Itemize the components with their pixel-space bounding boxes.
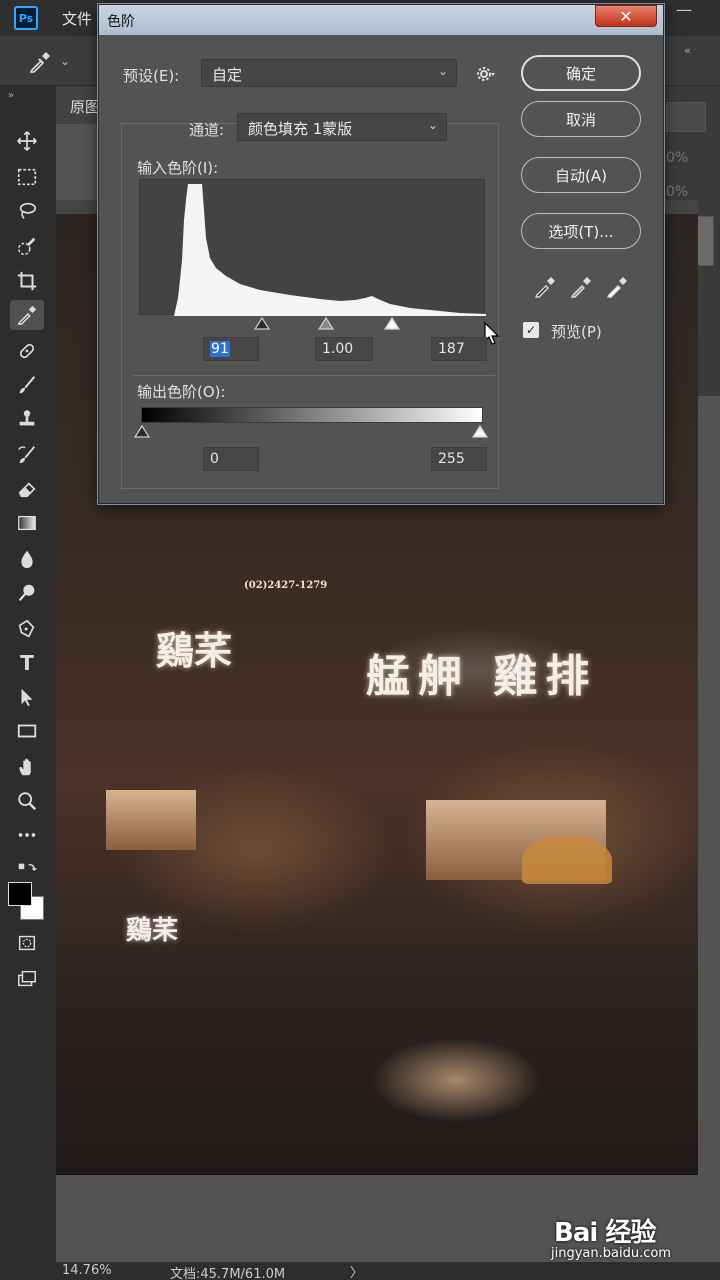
separator xyxy=(133,375,495,376)
white-point-eyedropper-icon[interactable] xyxy=(605,275,629,299)
histogram-graph xyxy=(174,184,486,316)
shop-sign-main: 艋舺 雞排 xyxy=(366,651,598,702)
channel-value: 颜色填充 1蒙版 xyxy=(248,120,353,138)
crop-tool-icon[interactable] xyxy=(10,266,44,296)
input-white-field[interactable]: 187 xyxy=(431,337,487,361)
input-levels-label: 输入色阶(I): xyxy=(137,159,219,177)
photoshop-window: Ps 文件 — ⌄ » T 原图 « 0% 0% 鷄䒩 艋舺 雞排 鷄䒩 (02… xyxy=(0,0,720,1280)
input-white-slider[interactable] xyxy=(383,317,401,331)
channel-select[interactable]: 颜色填充 1蒙版 ⌄ xyxy=(237,113,447,141)
panel-tab[interactable] xyxy=(666,102,706,132)
opacity-value[interactable]: 0% xyxy=(666,150,688,166)
output-black-field[interactable]: 0 xyxy=(203,447,259,471)
output-levels-label: 输出色阶(O): xyxy=(137,383,226,401)
shop-phone: (02)2427-1279 xyxy=(244,580,328,591)
collapse-arrows-icon[interactable]: » xyxy=(8,90,14,101)
preset-label: 预设(E): xyxy=(123,67,180,85)
shop-sign-small: 鷄䒩 xyxy=(126,916,179,946)
umbrella xyxy=(522,836,612,884)
output-black-slider[interactable] xyxy=(133,425,151,439)
history-brush-tool-icon[interactable] xyxy=(10,440,44,470)
shop-sign-left: 鷄䒩 xyxy=(156,628,233,673)
watermark-logo: Bai 经验 xyxy=(554,1218,656,1248)
eyedropper-icon[interactable] xyxy=(28,50,52,74)
shop-window xyxy=(106,790,196,850)
close-button[interactable]: ✕ xyxy=(595,5,657,27)
quick-selection-tool-icon[interactable] xyxy=(10,232,44,262)
rectangle-tool-icon[interactable] xyxy=(10,716,44,746)
input-gamma-field[interactable]: 1.00 xyxy=(315,337,373,361)
zoom-tool-icon[interactable] xyxy=(10,786,44,816)
channel-label: 通道: xyxy=(189,121,225,139)
preset-value: 自定 xyxy=(212,66,243,84)
screen-mode-icon[interactable] xyxy=(10,964,44,994)
input-black-value: 91 xyxy=(210,341,230,357)
lasso-tool-icon[interactable] xyxy=(10,196,44,226)
photoshop-logo: Ps xyxy=(14,6,38,30)
black-point-eyedropper-icon[interactable] xyxy=(533,275,557,299)
clone-stamp-tool-icon[interactable] xyxy=(10,404,44,434)
move-tool-icon[interactable] xyxy=(10,126,44,156)
zoom-level[interactable]: 14.76% xyxy=(62,1263,112,1278)
watermark-url: jingyan.baidu.com xyxy=(551,1246,671,1261)
auto-button[interactable]: 自动(A) xyxy=(521,157,641,193)
levels-dialog: 色阶 ✕ 预设(E): 自定 ⌄ 确定 取消 自动(A) 选项(T)... ✓ … xyxy=(98,4,664,504)
output-white-slider[interactable] xyxy=(471,425,489,439)
preset-select[interactable]: 自定 ⌄ xyxy=(201,59,457,87)
output-gradient xyxy=(141,407,483,423)
preview-checkbox[interactable]: ✓ xyxy=(523,322,539,338)
eyedropper-tool-icon[interactable] xyxy=(10,300,44,330)
preset-gear-icon[interactable] xyxy=(475,63,497,85)
more-tools-icon[interactable] xyxy=(10,820,44,850)
healing-brush-tool-icon[interactable] xyxy=(10,336,44,366)
preview-label: 预览(P) xyxy=(551,323,602,341)
type-tool-icon[interactable]: T xyxy=(10,648,44,678)
tools-panel: » T xyxy=(0,86,56,1266)
output-white-field[interactable]: 255 xyxy=(431,447,487,471)
input-black-field[interactable]: 91 xyxy=(203,337,259,361)
menu-file[interactable]: 文件 xyxy=(62,8,92,29)
chevron-down-icon[interactable]: ⌄ xyxy=(60,54,70,68)
dodge-tool-icon[interactable] xyxy=(10,578,44,608)
foreground-color-swatch-top xyxy=(8,882,32,906)
hand-tool-icon[interactable] xyxy=(10,752,44,782)
brush-tool-icon[interactable] xyxy=(10,370,44,400)
pen-tool-icon[interactable] xyxy=(10,614,44,644)
chevron-down-icon: ⌄ xyxy=(427,118,438,132)
options-button[interactable]: 选项(T)... xyxy=(521,213,641,249)
path-selection-tool-icon[interactable] xyxy=(10,682,44,712)
document-size: 文档:45.7M/61.0M xyxy=(170,1267,286,1280)
dialog-title: 色阶 xyxy=(107,14,135,30)
dialog-titlebar[interactable]: 色阶 ✕ xyxy=(99,5,663,35)
cancel-button[interactable]: 取消 xyxy=(521,101,641,137)
document-tab[interactable]: 原图 xyxy=(56,86,100,124)
input-black-slider[interactable] xyxy=(253,317,271,331)
chevron-down-icon: ⌄ xyxy=(437,64,448,78)
document-tab-label: 原图 xyxy=(70,98,101,116)
panel-collapse-icon[interactable]: « xyxy=(684,44,691,57)
window-minimize-button[interactable]: — xyxy=(676,0,692,19)
status-bar: 14.76% 文档:45.7M/61.0M 〉 xyxy=(0,1262,720,1280)
histogram xyxy=(139,179,486,316)
marquee-tool-icon[interactable] xyxy=(10,162,44,192)
status-menu-arrow-icon[interactable]: 〉 xyxy=(350,1262,363,1280)
blur-tool-icon[interactable] xyxy=(10,544,44,574)
fill-value[interactable]: 0% xyxy=(666,184,688,200)
gradient-tool-icon[interactable] xyxy=(10,508,44,538)
ok-button[interactable]: 确定 xyxy=(521,55,641,91)
quick-mask-icon[interactable] xyxy=(10,928,44,958)
gray-point-eyedropper-icon[interactable] xyxy=(569,275,593,299)
eraser-tool-icon[interactable] xyxy=(10,474,44,504)
input-gamma-slider[interactable] xyxy=(317,317,335,331)
